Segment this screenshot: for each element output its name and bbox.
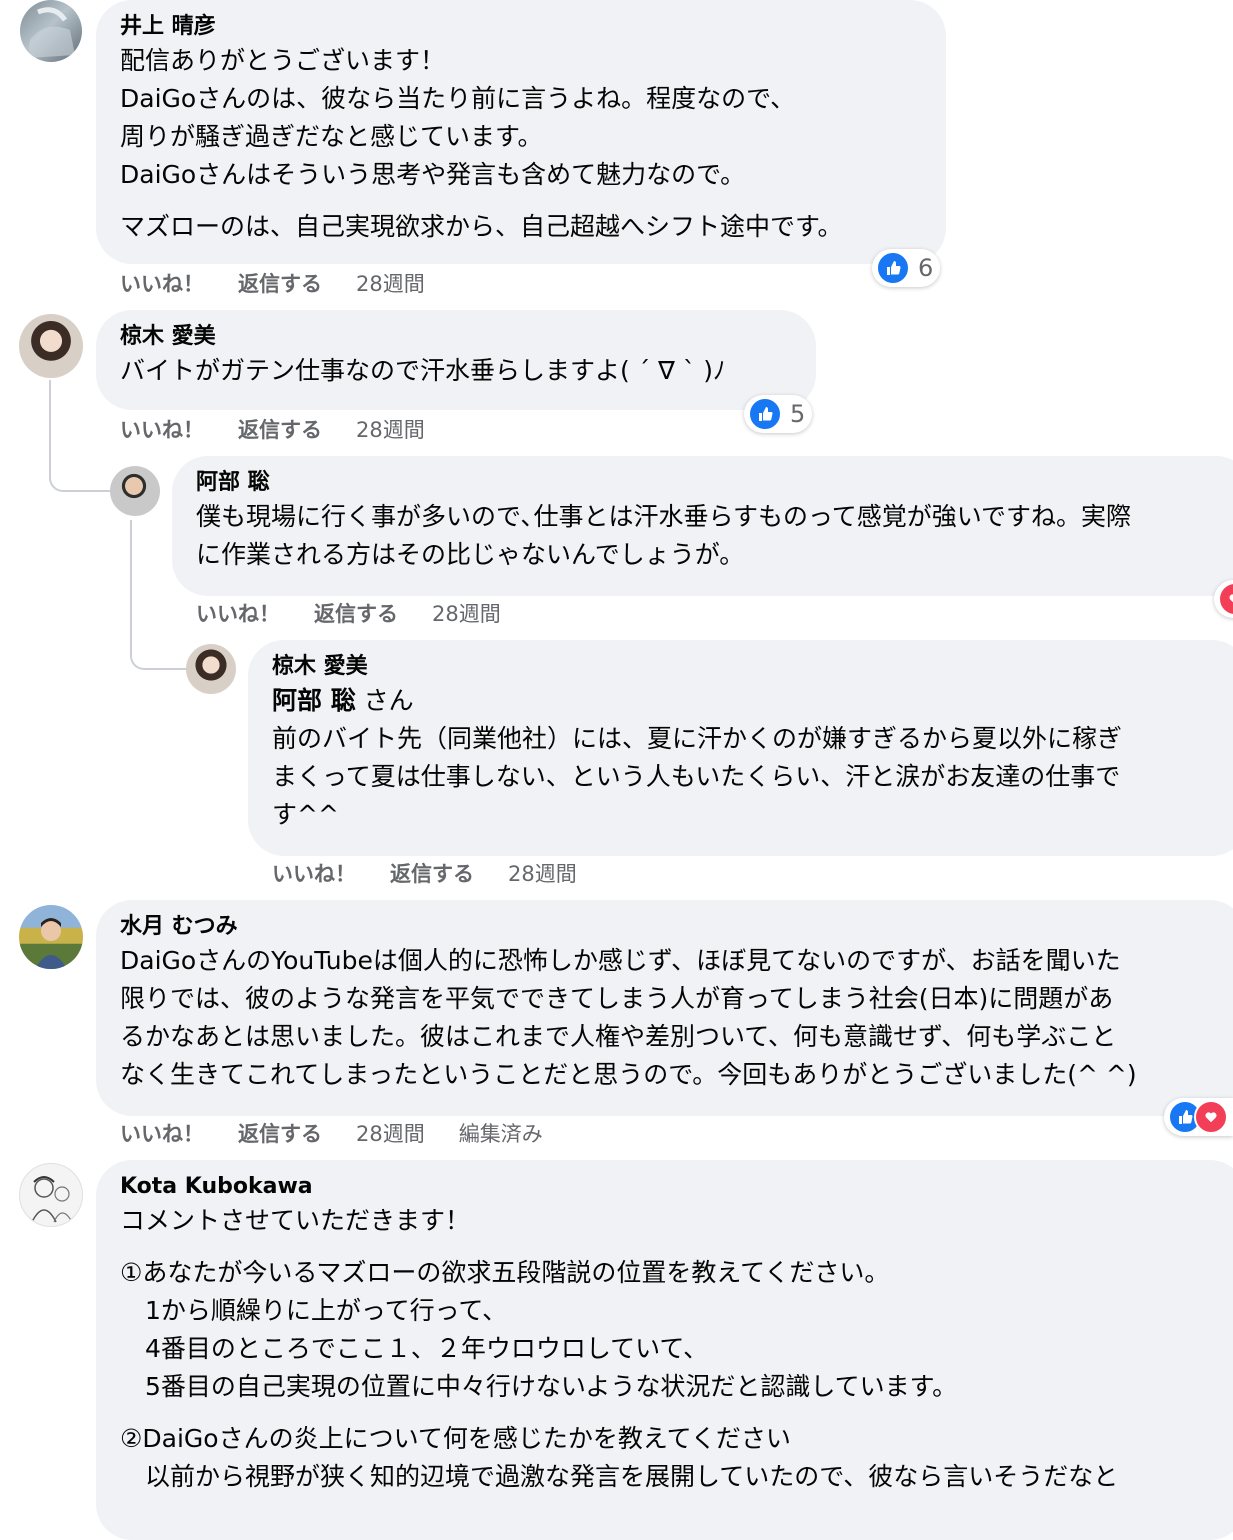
thumbs-up-icon bbox=[748, 397, 782, 431]
comment-actions: いいね！ 返信する 28週間 bbox=[272, 860, 577, 888]
comment-text: コメントさせていただきます！ bbox=[120, 1206, 471, 1235]
avatar[interactable] bbox=[186, 644, 236, 694]
comment-text: ②DaiGoさんの炎上について何を感じたかを教えてください bbox=[120, 1424, 791, 1453]
timestamp[interactable]: 28週間 bbox=[356, 1120, 425, 1148]
like-button[interactable]: いいね！ bbox=[120, 416, 204, 444]
reaction-summary[interactable]: 6 bbox=[872, 249, 940, 287]
comment-text: マズローのは、自己実現欲求から、自己超越へシフト途中です。 bbox=[120, 212, 843, 241]
thumbs-up-icon bbox=[876, 251, 910, 285]
comment-author[interactable]: 井上 晴彦 bbox=[120, 12, 922, 42]
mention-link[interactable]: 阿部 聡 bbox=[272, 686, 356, 715]
comment-text: DaiGoさんのは、彼なら当たり前に言うよね。程度なので、 bbox=[120, 84, 796, 113]
like-button[interactable]: いいね！ bbox=[120, 1120, 204, 1148]
comment-text: DaiGoさんのYouTubeは個人的に恐怖しか感じず、ほぼ見てないのですが、お… bbox=[120, 946, 1121, 975]
comment-text: なく生きてこれてしまったということだと思うので。今回もありがとうございました(^… bbox=[120, 1060, 1137, 1089]
comment-bubble: 椋木 愛美 バイトがガテン仕事なので汗水垂らしますよ( ´ ∇ ` )ﾉ bbox=[96, 310, 816, 410]
comment-text: 限りでは、彼のような発言を平気でできてしまう人が育ってしまう社会(日本)に問題が… bbox=[120, 984, 1114, 1013]
comment-text: に作業される方はその比じゃないんでしょうが。 bbox=[196, 540, 745, 569]
thread-connector bbox=[49, 380, 111, 492]
comment-author[interactable]: 水月 むつみ bbox=[120, 912, 1222, 942]
avatar[interactable] bbox=[110, 466, 160, 516]
comment-author[interactable]: 阿部 聡 bbox=[196, 468, 1228, 498]
comment-text: まくって夏は仕事しない、という人もいたくらい、汗と涙がお友達の仕事で bbox=[272, 762, 1121, 791]
reply-button[interactable]: 返信する bbox=[390, 860, 474, 888]
comment-text: 4番目のところでここ１、２年ウロウロしていて、 bbox=[120, 1334, 709, 1363]
comment-bubble: Kota Kubokawa コメントさせていただきます！ ①あなたが今いるマズロ… bbox=[96, 1160, 1233, 1540]
heart-icon bbox=[1194, 1100, 1228, 1134]
comment-text: バイトがガテン仕事なので汗水垂らしますよ( ´ ∇ ` )ﾉ bbox=[120, 356, 726, 385]
comment-text: 配信ありがとうございます！ bbox=[120, 46, 446, 75]
avatar[interactable] bbox=[19, 905, 83, 969]
comment-bubble: 水月 むつみ DaiGoさんのYouTubeは個人的に恐怖しか感じず、ほぼ見てな… bbox=[96, 900, 1233, 1116]
comment-actions: いいね！ 返信する 28週間 編集済み bbox=[120, 1120, 543, 1148]
timestamp[interactable]: 28週間 bbox=[356, 270, 425, 298]
mention-suffix: さん bbox=[355, 686, 414, 715]
heart-icon bbox=[1218, 582, 1233, 616]
reply-button[interactable]: 返信する bbox=[314, 600, 398, 628]
timestamp[interactable]: 28週間 bbox=[432, 600, 501, 628]
comment-author[interactable]: Kota Kubokawa bbox=[120, 1172, 1222, 1202]
reaction-summary[interactable] bbox=[1164, 1098, 1233, 1136]
reply-button[interactable]: 返信する bbox=[238, 270, 322, 298]
like-button[interactable]: いいね！ bbox=[120, 270, 204, 298]
timestamp[interactable]: 28週間 bbox=[356, 416, 425, 444]
edited-label[interactable]: 編集済み bbox=[459, 1120, 543, 1148]
comment-bubble: 井上 晴彦 配信ありがとうございます！ DaiGoさんのは、彼なら当たり前に言う… bbox=[96, 0, 946, 264]
comment-actions: いいね！ 返信する 28週間 bbox=[196, 600, 501, 628]
comment-author[interactable]: 椋木 愛美 bbox=[120, 322, 792, 352]
comment-bubble: 阿部 聡 僕も現場に行く事が多いので､仕事とは汗水垂らすものって感覚が強いですね… bbox=[172, 456, 1233, 596]
avatar[interactable] bbox=[20, 0, 82, 62]
reply-button[interactable]: 返信する bbox=[238, 1120, 322, 1148]
comment-text: るかなあとは思いました。彼はこれまで人権や差別ついて、何も意識せず、何も学ぶこと bbox=[120, 1022, 1117, 1051]
reaction-count: 6 bbox=[918, 254, 934, 282]
comment-text: 前のバイト先（同業他社）には、夏に汗かくのが嫌すぎるから夏以外に稼ぎ bbox=[272, 724, 1123, 753]
reaction-summary[interactable]: 5 bbox=[744, 395, 812, 433]
comment-text: 僕も現場に行く事が多いので､仕事とは汗水垂らすものって感覚が強いですね。実際 bbox=[196, 502, 1132, 531]
comment-text: 1から順繰りに上がって行って、 bbox=[120, 1296, 508, 1325]
comment-author[interactable]: 椋木 愛美 bbox=[272, 652, 1224, 682]
comment-text: 周りが騒ぎ過ぎだなと感じています。 bbox=[120, 122, 543, 151]
comment-text: 以前から視野が狭く知的辺境で過激な発言を展開していたので、彼なら言いそうだなと bbox=[120, 1462, 1119, 1491]
reply-button[interactable]: 返信する bbox=[238, 416, 322, 444]
comment-text: ①あなたが今いるマズローの欲求五段階説の位置を教えてください。 bbox=[120, 1258, 890, 1287]
avatar[interactable] bbox=[19, 1163, 83, 1227]
comment-text: す^^ bbox=[272, 800, 339, 829]
like-button[interactable]: いいね！ bbox=[272, 860, 356, 888]
timestamp[interactable]: 28週間 bbox=[508, 860, 577, 888]
comment-actions: いいね！ 返信する 28週間 bbox=[120, 416, 425, 444]
avatar[interactable] bbox=[19, 314, 83, 378]
comment-bubble: 椋木 愛美 阿部 聡 さん 前のバイト先（同業他社）には、夏に汗かくのが嫌すぎる… bbox=[248, 640, 1233, 856]
comment-text: 5番目の自己実現の位置に中々行けないような状況だと認識しています。 bbox=[120, 1372, 958, 1401]
reaction-count: 5 bbox=[790, 400, 806, 428]
like-button[interactable]: いいね！ bbox=[196, 600, 280, 628]
comment-text: DaiGoさんはそういう思考や発言も含めて魅力なので。 bbox=[120, 160, 746, 189]
comment-actions: いいね！ 返信する 28週間 bbox=[120, 270, 425, 298]
